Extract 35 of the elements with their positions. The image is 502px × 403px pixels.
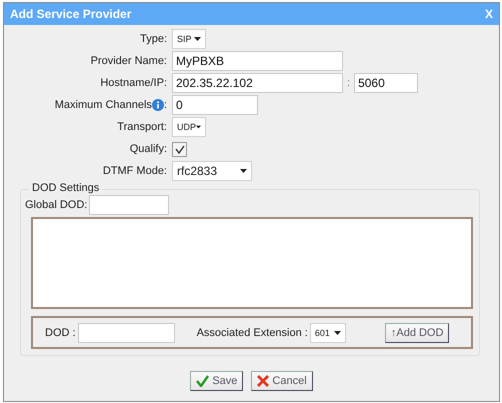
cancel-button[interactable]: Cancel: [251, 371, 313, 391]
caret-icon: [194, 37, 201, 41]
close-icon: [257, 375, 270, 387]
checkbox[interactable]: [172, 142, 187, 156]
save-button[interactable]: Save: [190, 371, 244, 391]
field-label: Associated Extension :: [196, 326, 308, 338]
field-label: DTMF Mode:: [102, 165, 167, 177]
dropdown[interactable]: SIP: [172, 29, 206, 49]
caret-icon: [240, 169, 247, 173]
separator-text: :: [347, 77, 350, 89]
input-field[interactable]: 0: [172, 95, 258, 115]
input-field[interactable]: 202.35.22.102: [172, 73, 343, 93]
field-label: Provider Name:: [90, 55, 167, 67]
field-label: Transport:: [117, 121, 167, 133]
dropdown[interactable]: rfc2833: [172, 161, 252, 181]
window-title: Add Service Provider: [10, 7, 132, 21]
field-label: Maximum Channels: [54, 99, 152, 111]
dropdown[interactable]: UDP: [172, 117, 206, 137]
port-field[interactable]: 5060: [354, 73, 418, 93]
panel-legend: DOD Settings: [29, 182, 102, 194]
add-dod-button[interactable]: ↑Add DOD: [384, 322, 450, 342]
field-label: Hostname/IP:: [100, 77, 167, 89]
checkmark-icon: [174, 144, 184, 154]
caret-icon: [196, 125, 201, 129]
field-label: Type:: [140, 33, 167, 45]
field-label: Global DOD:: [25, 199, 88, 211]
checkmark-icon: [196, 375, 210, 387]
input-field[interactable]: [78, 322, 175, 342]
input-field[interactable]: MyPBXB: [172, 51, 343, 71]
input-field[interactable]: [89, 195, 170, 215]
field-label: :: [164, 99, 167, 111]
dropdown[interactable]: 601: [310, 322, 346, 342]
field-label: DOD :: [45, 326, 76, 338]
field-label: Qualify:: [130, 143, 167, 155]
caret-icon: [334, 330, 341, 334]
